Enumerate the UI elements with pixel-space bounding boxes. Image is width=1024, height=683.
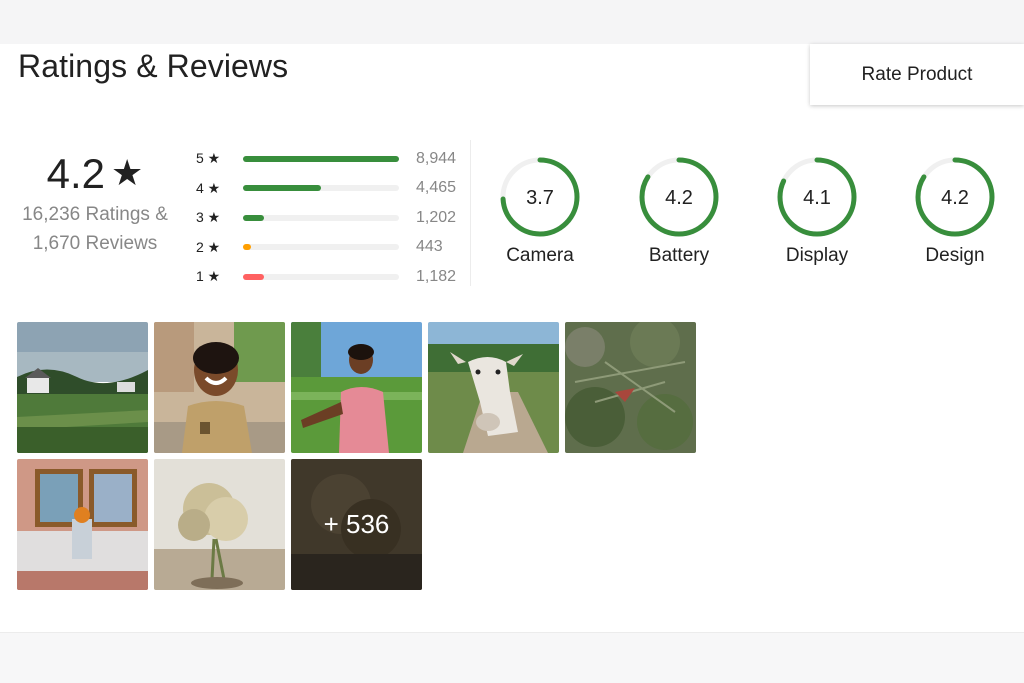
- star-icon: ★: [111, 152, 144, 193]
- bottom-strip: [0, 632, 1024, 683]
- reviews-count: 1,670 Reviews: [32, 233, 158, 254]
- rating-distribution: 5 ★ 8,944 4 ★ 4,465 3 ★ 1,202 2 ★ 443 1 …: [196, 144, 466, 292]
- distribution-label: 1 ★: [196, 268, 221, 285]
- divider: [470, 140, 471, 286]
- photo-boy-field[interactable]: [291, 322, 422, 453]
- aspect-label: Display: [785, 245, 849, 266]
- aspect-label: Design: [925, 245, 985, 266]
- overall-rating: 4.2 ★ 16,236 Ratings & 1,670 Reviews: [12, 150, 178, 258]
- distribution-track: [243, 273, 399, 280]
- photo-dried-flowers[interactable]: [154, 459, 285, 590]
- distribution-track: [243, 214, 399, 221]
- aspect-battery[interactable]: 4.2 Battery: [624, 155, 734, 267]
- distribution-track: [243, 244, 399, 251]
- distribution-count: 4,465: [416, 179, 457, 197]
- distribution-bar: [243, 214, 265, 221]
- distribution-row-2[interactable]: 2 ★ 443: [196, 233, 466, 263]
- aspect-camera[interactable]: 3.7 Camera: [485, 155, 595, 267]
- photo-shrine-frames[interactable]: [17, 459, 148, 590]
- more-photos-count: + 536: [291, 459, 422, 590]
- distribution-row-3[interactable]: 3 ★ 1,202: [196, 203, 466, 233]
- distribution-track: [243, 155, 399, 162]
- photo-dried-flowers-image: [154, 459, 285, 590]
- photo-landscape-house[interactable]: [17, 322, 148, 453]
- photo-plants-closeup-image: [565, 322, 696, 453]
- distribution-row-5[interactable]: 5 ★ 8,944: [196, 144, 466, 174]
- aspect-ring: 3.7: [500, 157, 580, 237]
- aspect-score: 4.1: [803, 187, 831, 209]
- distribution-label: 2 ★: [196, 238, 221, 255]
- aspect-label: Camera: [506, 245, 574, 266]
- aspect-ring: 4.2: [639, 157, 719, 237]
- distribution-label: 3 ★: [196, 209, 221, 226]
- distribution-track: [243, 185, 399, 192]
- distribution-bar: [243, 244, 251, 251]
- rate-product-button[interactable]: Rate Product: [810, 44, 1024, 105]
- photo-landscape-house-image: [17, 322, 148, 453]
- distribution-row-4[interactable]: 4 ★ 4,465: [196, 174, 466, 204]
- distribution-bar: [243, 273, 264, 280]
- aspect-ring: 4.2: [915, 157, 995, 237]
- aspect-display[interactable]: 4.1 Display: [762, 155, 872, 267]
- photo-cow-image: [428, 322, 559, 453]
- photo-cow[interactable]: [428, 322, 559, 453]
- photo-smiling-child-image: [154, 322, 285, 453]
- aspect-ring: 4.1: [777, 157, 857, 237]
- overall-rating-value: 4.2: [46, 150, 106, 197]
- aspect-score: 4.2: [665, 187, 693, 209]
- photo-plants-closeup[interactable]: [565, 322, 696, 453]
- distribution-count: 8,944: [416, 149, 457, 167]
- photo-boy-field-image: [291, 322, 422, 453]
- section-title: Ratings & Reviews: [18, 48, 289, 84]
- distribution-label: 5 ★: [196, 150, 221, 167]
- photo-more[interactable]: + 536: [291, 459, 422, 590]
- aspect-design[interactable]: 4.2 Design: [900, 155, 1010, 267]
- aspect-score: 3.7: [526, 187, 554, 209]
- photo-smiling-child[interactable]: [154, 322, 285, 453]
- distribution-count: 1,182: [416, 267, 457, 285]
- top-strip: [0, 0, 1024, 44]
- distribution-bar: [243, 185, 321, 192]
- distribution-row-1[interactable]: 1 ★ 1,182: [196, 262, 466, 292]
- photo-shrine-frames-image: [17, 459, 148, 590]
- ratings-count: 16,236 Ratings &: [22, 204, 168, 225]
- aspect-label: Battery: [648, 245, 710, 266]
- distribution-bar: [243, 155, 399, 162]
- distribution-label: 4 ★: [196, 179, 221, 196]
- distribution-count: 1,202: [416, 208, 457, 226]
- aspect-score: 4.2: [941, 187, 969, 209]
- distribution-count: 443: [416, 238, 443, 256]
